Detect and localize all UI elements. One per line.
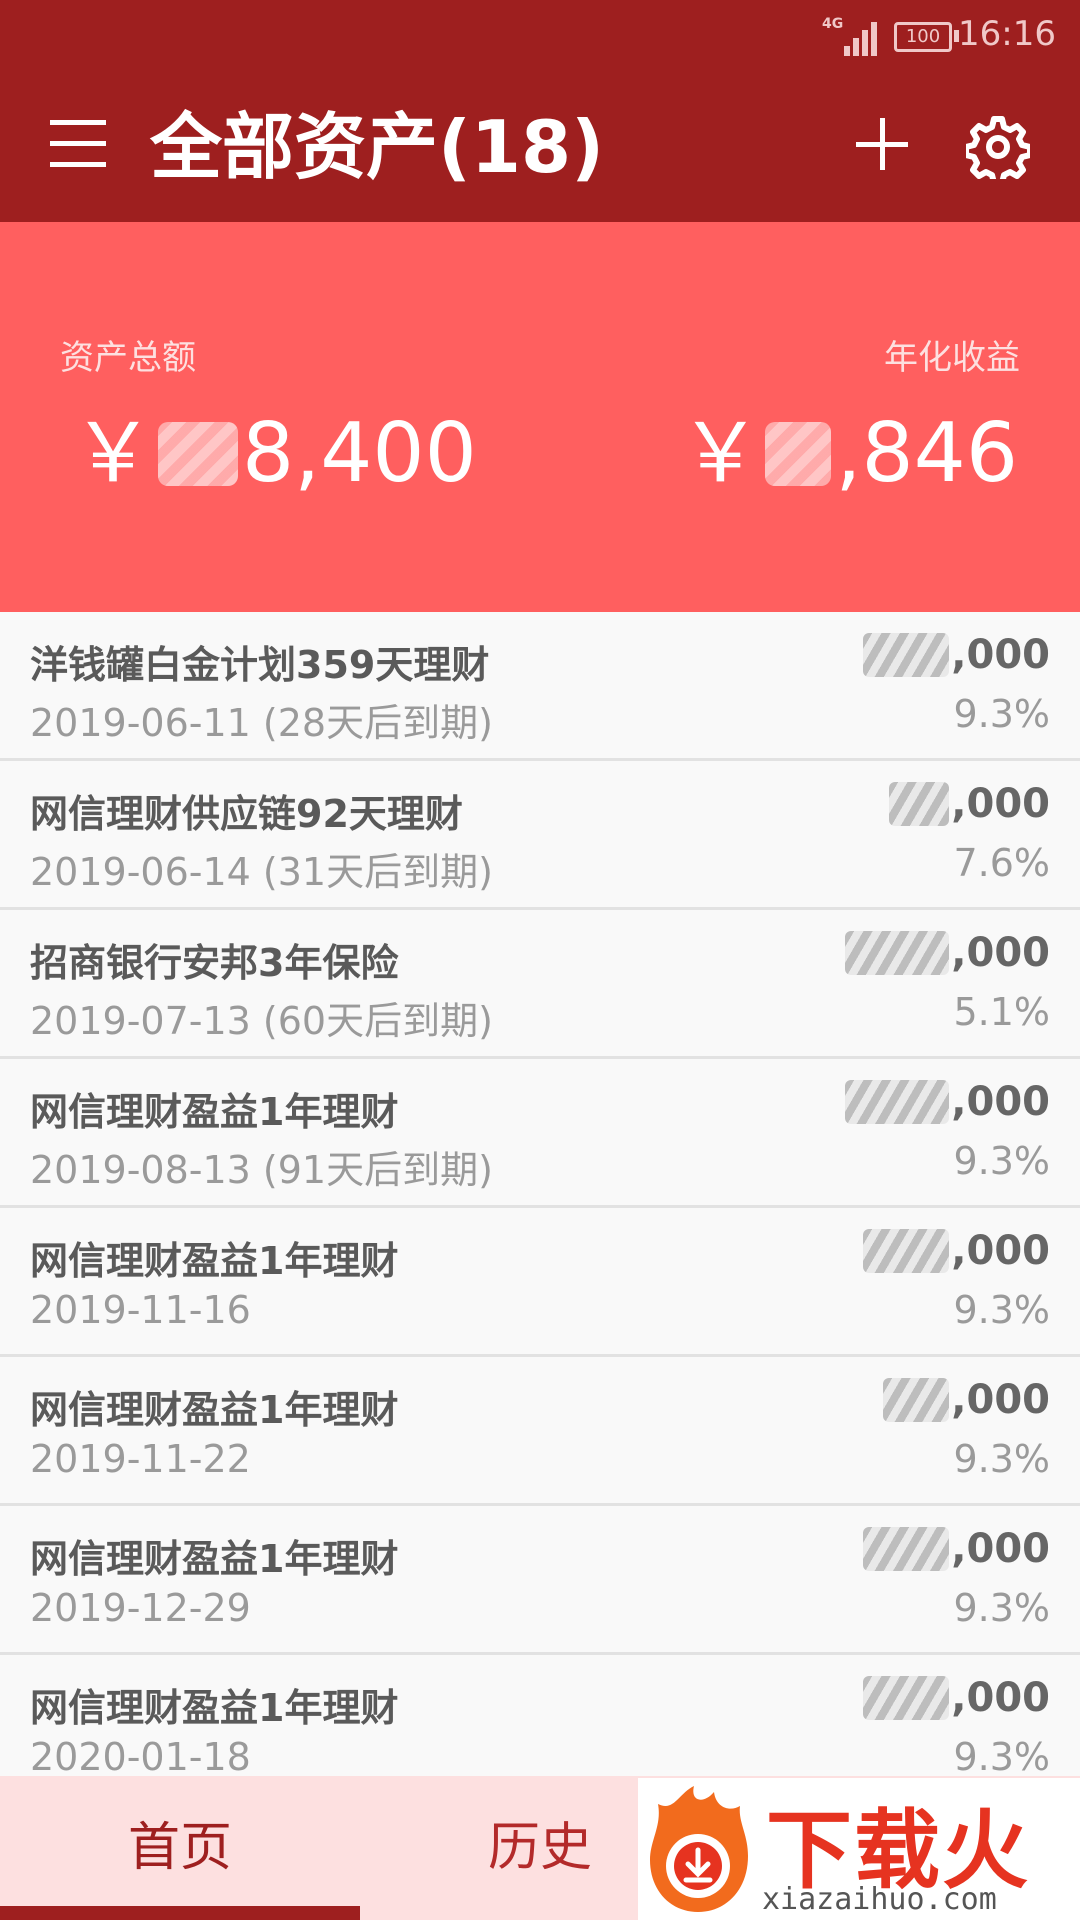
asset-rate: 9.3%: [953, 1139, 1050, 1183]
redacted-mask: [765, 422, 832, 486]
redacted-mask: [158, 422, 239, 486]
asset-date: 2019-06-11 (28天后到期): [30, 701, 493, 745]
asset-rate: 7.6%: [953, 841, 1050, 885]
active-tab-indicator: [0, 1906, 360, 1920]
asset-name: 网信理财盈益1年理财: [30, 1686, 399, 1730]
asset-amount: ,000: [863, 632, 1050, 678]
asset-amount: ,000: [889, 781, 1050, 827]
asset-date: 2019-12-29: [30, 1586, 251, 1630]
add-icon[interactable]: [856, 118, 908, 170]
asset-amount: ,000: [883, 1377, 1050, 1423]
watermark: 下载火 xiazaihuo.com: [638, 1778, 1080, 1920]
asset-date: 2019-11-22: [30, 1437, 251, 1481]
list-item[interactable]: 网信理财盈益1年理财 2019-08-13 (91天后到期) ,000 9.3%: [0, 1059, 1080, 1208]
list-item[interactable]: 招商银行安邦3年保险 2019-07-13 (60天后到期) ,000 5.1%: [0, 910, 1080, 1059]
redacted-mask: [889, 782, 950, 826]
battery-icon: 100: [894, 22, 952, 52]
asset-amount: ,000: [863, 1228, 1050, 1274]
asset-summary: 资产总额 年化收益 ￥ 8,400 ￥ ,846: [0, 222, 1080, 612]
total-assets-value: ￥ 8,400: [72, 404, 477, 504]
status-time: 16:16: [958, 14, 1056, 54]
asset-rate: 9.3%: [953, 1288, 1050, 1332]
asset-name: 网信理财盈益1年理财: [30, 1090, 399, 1134]
asset-name: 洋钱罐白金计划359天理财: [30, 643, 490, 687]
asset-name: 网信理财盈益1年理财: [30, 1537, 399, 1581]
asset-rate: 5.1%: [953, 990, 1050, 1034]
asset-date: 2020-01-18: [30, 1735, 251, 1779]
annual-yield-value: ￥ ,846: [679, 404, 1018, 504]
asset-rate: 9.3%: [953, 1437, 1050, 1481]
asset-date: 2019-11-16: [30, 1288, 251, 1332]
total-currency: ￥: [72, 406, 155, 501]
asset-rate: 9.3%: [953, 1735, 1050, 1779]
total-assets-label: 资产总额: [60, 338, 196, 378]
network-type: 4G: [822, 16, 844, 32]
battery-level: 100: [905, 26, 941, 47]
list-item[interactable]: 网信理财盈益1年理财 2019-11-22 ,000 9.3%: [0, 1357, 1080, 1506]
list-item[interactable]: 网信理财盈益1年理财 2019-11-16 ,000 9.3%: [0, 1208, 1080, 1357]
asset-amount: ,000: [863, 1526, 1050, 1572]
redacted-mask: [883, 1378, 950, 1422]
gear-icon[interactable]: [966, 115, 1030, 179]
annual-yield-label: 年化收益: [884, 338, 1020, 378]
redacted-mask: [863, 1229, 950, 1273]
asset-name: 网信理财供应链92天理财: [30, 792, 463, 836]
list-item[interactable]: 网信理财盈益1年理财 2019-12-29 ,000 9.3%: [0, 1506, 1080, 1655]
asset-rate: 9.3%: [953, 1586, 1050, 1630]
app-bar: 全部资产(18): [0, 72, 1080, 222]
asset-date: 2019-07-13 (60天后到期): [30, 999, 493, 1043]
list-item[interactable]: 洋钱罐白金计划359天理财 2019-06-11 (28天后到期) ,000 9…: [0, 612, 1080, 761]
asset-name: 网信理财盈益1年理财: [30, 1388, 399, 1432]
signal-icon: 4G: [822, 16, 878, 56]
status-bar: 4G 100 16:16: [0, 0, 1080, 72]
asset-rate: 9.3%: [953, 692, 1050, 736]
asset-amount: ,000: [863, 1675, 1050, 1721]
watermark-url: xiazaihuo.com: [762, 1882, 997, 1917]
total-value-visible: 8,400: [242, 406, 477, 501]
redacted-mask: [845, 1080, 950, 1124]
redacted-mask: [863, 633, 950, 677]
menu-icon[interactable]: [50, 120, 106, 168]
asset-date: 2019-06-14 (31天后到期): [30, 850, 493, 894]
asset-amount: ,000: [845, 1079, 1050, 1125]
asset-name: 招商银行安邦3年保险: [30, 941, 399, 985]
yield-value-visible: ,846: [835, 406, 1018, 501]
asset-date: 2019-08-13 (91天后到期): [30, 1148, 493, 1192]
asset-list: 洋钱罐白金计划359天理财 2019-06-11 (28天后到期) ,000 9…: [0, 612, 1080, 1815]
redacted-mask: [863, 1676, 950, 1720]
list-item[interactable]: 网信理财供应链92天理财 2019-06-14 (31天后到期) ,000 7.…: [0, 761, 1080, 910]
redacted-mask: [863, 1527, 950, 1571]
flame-logo-icon: [650, 1786, 748, 1912]
asset-name: 网信理财盈益1年理财: [30, 1239, 399, 1283]
tab-home[interactable]: 首页: [0, 1776, 360, 1920]
redacted-mask: [845, 931, 950, 975]
asset-amount: ,000: [845, 930, 1050, 976]
page-title: 全部资产(18): [150, 105, 605, 189]
yield-currency: ￥: [679, 406, 762, 501]
